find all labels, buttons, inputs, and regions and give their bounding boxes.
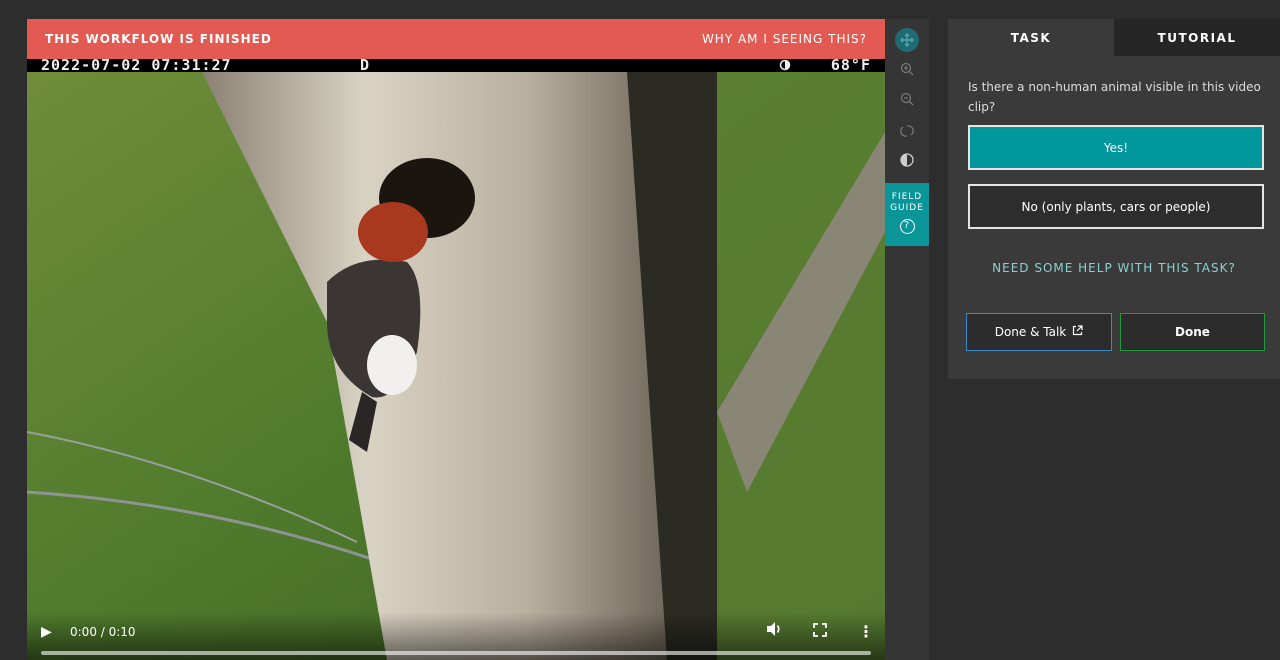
task-help-link[interactable]: NEED SOME HELP WITH THIS TASK? — [948, 261, 1280, 275]
camera-temperature: 68°F — [830, 59, 871, 74]
camera-timestamp: 2022-07-02 07:31:27 — [41, 59, 232, 74]
zoom-out-icon[interactable] — [895, 87, 919, 111]
done-and-talk-label: Done & Talk — [994, 325, 1067, 339]
volume-icon[interactable] — [765, 621, 783, 641]
task-panel: TASK TUTORIAL Is there a non-human anima… — [948, 19, 1280, 379]
field-guide-label-line2: GUIDE — [890, 203, 924, 213]
camera-overlay: 2022-07-02 07:31:27 D 68°F — [27, 59, 885, 74]
answer-yes-button[interactable]: Yes! — [968, 125, 1264, 170]
fullscreen-icon[interactable] — [813, 622, 827, 641]
done-button[interactable]: Done — [1120, 313, 1265, 351]
subject-video[interactable]: 2022-07-02 07:31:27 D 68°F ▶ 0:00 / 0:10… — [27, 59, 885, 660]
help-icon: ? — [899, 219, 915, 234]
answer-no-button[interactable]: No (only plants, cars or people) — [968, 184, 1264, 229]
classifier-page: THIS WORKFLOW IS FINISHED WHY AM I SEEIN… — [0, 0, 1280, 660]
move-icon[interactable] — [895, 28, 919, 52]
play-icon[interactable]: ▶ — [41, 624, 52, 640]
camera-flag: D — [360, 59, 371, 74]
external-link-icon — [1072, 325, 1083, 339]
invert-icon[interactable] — [895, 148, 919, 172]
video-progress-bar[interactable] — [41, 651, 871, 655]
field-guide-label-line1: FIELD — [891, 192, 923, 202]
video-controls: ▶ 0:00 / 0:10 ⋮ — [27, 612, 885, 660]
banner-title: THIS WORKFLOW IS FINISHED — [45, 32, 272, 46]
tab-tutorial[interactable]: TUTORIAL — [1114, 19, 1280, 56]
panel-tabs: TASK TUTORIAL — [948, 19, 1280, 56]
trail-camera-scene — [27, 72, 885, 660]
zoom-in-icon[interactable] — [895, 57, 919, 81]
field-guide-button[interactable]: FIELD GUIDE ? — [885, 183, 929, 246]
workflow-finished-banner: THIS WORKFLOW IS FINISHED WHY AM I SEEIN… — [27, 19, 885, 59]
video-time: 0:00 / 0:10 — [70, 625, 136, 639]
tab-task[interactable]: TASK — [948, 19, 1114, 56]
video-frame — [27, 72, 885, 660]
image-toolbar: FIELD GUIDE ? — [885, 19, 929, 660]
moon-phase-icon — [779, 59, 791, 73]
more-options-icon[interactable]: ⋮ — [858, 622, 874, 641]
task-question: Is there a non-human animal visible in t… — [968, 80, 1261, 114]
why-am-i-seeing-this-link[interactable]: WHY AM I SEEING THIS? — [702, 32, 867, 46]
done-and-talk-button[interactable]: Done & Talk — [966, 313, 1112, 351]
rotate-icon[interactable] — [895, 119, 919, 143]
